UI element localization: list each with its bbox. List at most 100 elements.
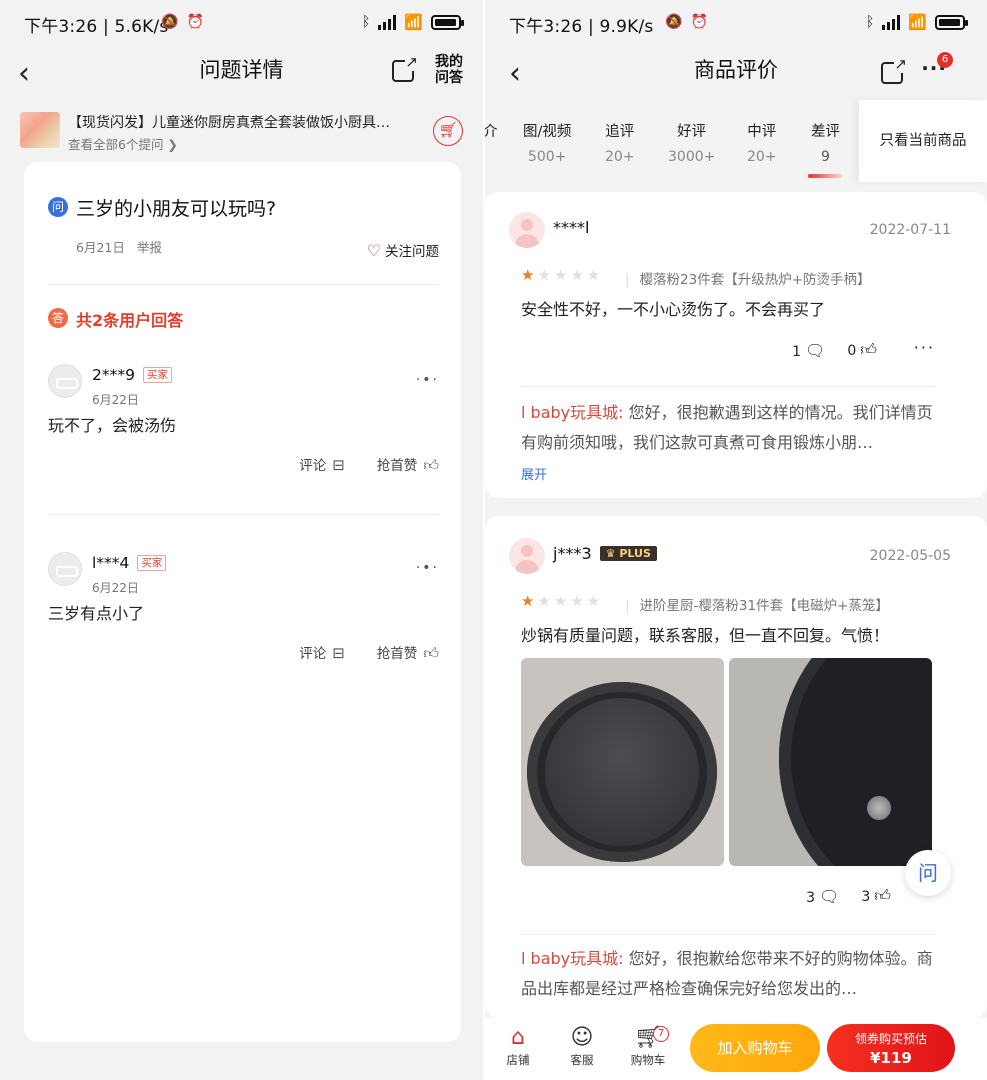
- cart-icon: 🛒︎: [438, 121, 458, 139]
- signal-icon: [882, 14, 901, 30]
- comment-count-button[interactable]: 1 🗨︎: [792, 341, 825, 360]
- cart-button[interactable]: 🛒︎: [433, 116, 463, 146]
- review-spec: 樱落粉23件套【升级热炉+防烫手柄】: [625, 268, 871, 288]
- like-count: 0: [847, 343, 857, 359]
- question-date: 6月21日: [76, 240, 125, 255]
- review-counters: 3 🗨︎ 3 👍︎: [806, 886, 891, 906]
- follow-label: 关注问题: [385, 244, 439, 260]
- tab-followup[interactable]: 追评 20+: [605, 120, 635, 165]
- left-screen: 下午3:26 | 5.6K/s 🔕 ⏰ ᛒ 📶 ‹ 问题详情 我的问答 【现货闪…: [0, 0, 483, 1080]
- tab-media[interactable]: 图/视频 500+: [523, 120, 571, 165]
- answer-username: 2***9: [92, 366, 135, 384]
- view-all-questions-link[interactable]: 查看全部6个提问 ❯: [68, 134, 178, 153]
- thumbs-up-icon: 👍︎: [874, 886, 891, 905]
- status-bar: 下午3:26 | 5.6K/s 🔕 ⏰ ᛒ 📶: [0, 0, 483, 46]
- buy-now-button[interactable]: 领券购买预估 ¥119: [827, 1024, 955, 1072]
- comment-icon: 🗨︎: [805, 340, 826, 360]
- buy-price: ¥119: [870, 1049, 912, 1067]
- comment-icon: 🗨︎: [819, 886, 840, 906]
- more-options-icon[interactable]: ·•·: [416, 372, 439, 388]
- avatar: [509, 212, 545, 248]
- shop-icon: ⌂: [511, 1025, 525, 1050]
- review-counters: 1 🗨︎ 0 👍︎: [792, 340, 877, 360]
- avatar: [48, 364, 82, 398]
- divider: [521, 934, 935, 935]
- edge-marker: [973, 662, 987, 676]
- review-card: ****l 2022-07-11 ★★★★★ 樱落粉23件套【升级热炉+防烫手柄…: [485, 192, 987, 498]
- like-button[interactable]: 抢首赞 👍︎: [377, 642, 439, 663]
- review-user: ****l: [553, 218, 590, 237]
- ask-question-button[interactable]: 问: [905, 850, 951, 896]
- comment-icon: ⊟: [332, 456, 345, 474]
- only-current-product-toggle[interactable]: 只看当前商品: [859, 100, 987, 182]
- review-photo[interactable]: [521, 658, 724, 866]
- answer-badge: 答: [48, 308, 68, 328]
- shop-reply: l baby玩具城: 您好，很抱歉给您带来不好的购物体验。商品出库都是经过严格检…: [521, 944, 939, 1004]
- add-to-cart-button[interactable]: 加入购物车: [690, 1024, 820, 1072]
- comment-button[interactable]: 评论 ⊟: [299, 642, 345, 663]
- right-screen: 下午3:26 | 9.9K/s 🔕 ⏰ ᛒ 📶 ‹ 商品评价 ··· 6 介 图…: [485, 0, 987, 1080]
- bottom-action-bar: ⌂ 店铺 ☺ 客服 🛒︎ 购物车 7 加入购物车 领券购买预估 ¥119: [485, 1018, 987, 1080]
- review-photo[interactable]: [729, 658, 932, 866]
- alarm-icon: ⏰: [186, 14, 204, 30]
- battery-icon: [431, 14, 464, 30]
- review-text: 炒锅有质量问题，联系客服，但一直不回复。气愤！: [521, 626, 890, 645]
- tab-label: 差评: [811, 124, 840, 140]
- status-time: 下午3:26 | 5.6K/s: [24, 17, 169, 37]
- tab-label: 好评: [677, 124, 707, 140]
- shop-button[interactable]: ⌂ 店铺: [493, 1024, 543, 1068]
- tab-count: 20+: [605, 149, 635, 165]
- tab-intro[interactable]: 介: [485, 120, 498, 141]
- tab-positive[interactable]: 好评 3000+: [668, 120, 715, 165]
- share-icon[interactable]: [392, 53, 418, 82]
- tab-count: 9: [821, 149, 830, 165]
- status-time: 下午3:26 | 9.9K/s: [509, 17, 654, 37]
- shop-reply: l baby玩具城: 您好，很抱歉遇到这样的情况。我们详情页有购前须知哦，我们这…: [521, 398, 939, 458]
- like-button[interactable]: 抢首赞 👍︎: [377, 454, 439, 475]
- more-options-icon[interactable]: ···: [914, 338, 935, 357]
- alarm-icon: ⏰: [690, 14, 708, 30]
- service-button[interactable]: ☺ 客服: [557, 1024, 607, 1068]
- star-rating: ★★★★★: [521, 592, 604, 610]
- product-bar[interactable]: 【现货闪发】儿童迷你厨房真煮全套装做饭小厨具… 查看全部6个提问 ❯ 🛒︎: [0, 100, 483, 158]
- tab-negative[interactable]: 差评 9: [811, 120, 840, 165]
- question-badge: 问: [48, 197, 68, 217]
- divider: [521, 386, 935, 387]
- like-count-button[interactable]: 0 👍︎: [847, 340, 877, 360]
- tab-count: 500+: [527, 149, 567, 165]
- review-date: 2022-05-05: [869, 548, 951, 564]
- wifi-icon: 📶: [908, 13, 927, 31]
- divider: [48, 514, 439, 515]
- comment-button[interactable]: 评论 ⊟: [299, 454, 345, 475]
- mute-icon: 🔕: [161, 14, 179, 30]
- review-tabs: 介 图/视频 500+ 追评 20+ 好评 3000+ 中评 20+ 差评 9 只看当前商…: [485, 100, 987, 182]
- my-qa-button[interactable]: 我的问答: [433, 54, 465, 86]
- buyer-tag: 买家: [137, 555, 167, 571]
- comment-count: 1: [792, 343, 802, 360]
- follow-question-button[interactable]: ♡ 关注问题: [367, 240, 439, 261]
- report-link[interactable]: 举报: [137, 240, 162, 255]
- thumbs-up-icon: 👍︎: [860, 340, 877, 359]
- status-bar: 下午3:26 | 9.9K/s 🔕 ⏰ ᛒ 📶: [485, 0, 987, 46]
- reply-shop-name: l baby玩具城:: [521, 403, 624, 422]
- star-rating: ★★★★★: [521, 266, 604, 284]
- reply-shop-name: l baby玩具城:: [521, 949, 624, 968]
- share-icon[interactable]: [881, 55, 907, 84]
- more-options-icon[interactable]: ·•·: [416, 560, 439, 576]
- notification-badge: 6: [937, 52, 953, 68]
- comment-count-button[interactable]: 3 🗨︎: [806, 887, 839, 906]
- tab-label: 追评: [605, 124, 635, 140]
- divider: [48, 284, 439, 285]
- wifi-icon: 📶: [404, 13, 423, 31]
- plus-member-badge: ♛ PLUS: [599, 546, 657, 561]
- tab-neutral[interactable]: 中评 20+: [747, 120, 777, 165]
- answers-count-title: 共2条用户回答: [76, 311, 184, 330]
- like-count-button[interactable]: 3 👍︎: [861, 886, 891, 906]
- tab-label: 图/视频: [523, 124, 572, 140]
- expand-link[interactable]: 展开: [521, 464, 547, 483]
- buy-label: 领券购买预估: [854, 1032, 927, 1046]
- tab-count: 20+: [747, 149, 777, 165]
- header: ‹ 问题详情 我的问答: [0, 46, 483, 100]
- cart-nav-button[interactable]: 🛒︎ 购物车 7: [623, 1024, 673, 1068]
- signal-icon: [378, 14, 397, 30]
